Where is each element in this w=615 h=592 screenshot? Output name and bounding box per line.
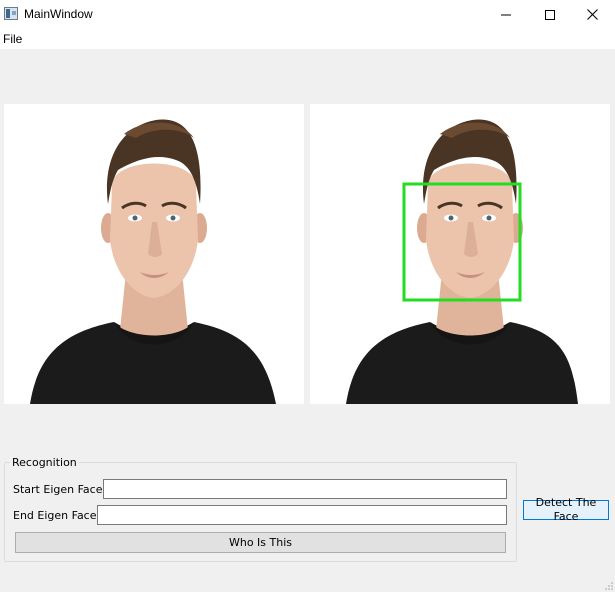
menu-file[interactable]: File — [3, 32, 22, 47]
title-bar[interactable]: MainWindow — [0, 0, 615, 29]
detected-portrait-photo — [310, 104, 610, 404]
original-image — [4, 104, 304, 404]
who-is-this-button[interactable]: Who Is This — [15, 532, 506, 553]
menu-bar: File — [0, 29, 615, 49]
window-title: MainWindow — [24, 7, 93, 21]
end-eigen-face-input[interactable] — [97, 505, 507, 525]
app-icon — [4, 7, 18, 20]
detected-image — [310, 104, 610, 404]
close-icon — [586, 9, 598, 20]
start-eigen-face-input[interactable] — [103, 479, 507, 499]
minimize-icon — [501, 14, 511, 15]
recognition-group-title: Recognition — [10, 456, 79, 470]
close-button[interactable] — [569, 0, 615, 29]
maximize-icon — [545, 9, 555, 20]
end-eigen-face-label: End Eigen Face: — [13, 509, 101, 522]
maximize-button[interactable] — [527, 0, 573, 29]
detect-the-face-button[interactable]: Detect The Face — [523, 496, 609, 523]
portrait-photo — [4, 104, 304, 404]
minimize-button[interactable] — [483, 0, 529, 29]
size-grip-icon[interactable] — [605, 582, 613, 590]
start-eigen-face-label: Start Eigen Face: — [13, 483, 107, 496]
